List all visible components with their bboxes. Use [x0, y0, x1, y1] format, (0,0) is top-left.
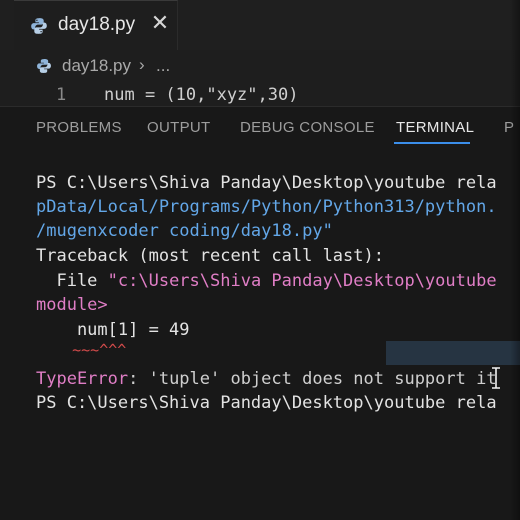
traceback-file-line: File "c:\Users\Shiva Panday\Desktop\yout…	[36, 271, 497, 291]
breadcrumb-more[interactable]: ...	[156, 56, 170, 76]
close-icon[interactable]: ✕	[148, 11, 172, 37]
editor-tab-label: day18.py	[58, 14, 136, 35]
tab-output[interactable]: OUTPUT	[147, 119, 210, 136]
terminal-path-line: pData/Local/Programs/Python/Python313/py…	[36, 197, 497, 217]
scrollbar-edge[interactable]	[510, 0, 520, 520]
terminal-prompt-line: PS C:\Users\Shiva Panday\Desktop\youtube…	[36, 393, 497, 413]
breadcrumb: day18.py › ...	[0, 50, 520, 84]
terminal-output[interactable]: PS C:\Users\Shiva Panday\Desktop\youtube…	[0, 151, 520, 520]
traceback-file-prefix: File	[36, 271, 108, 291]
chevron-right-icon: ›	[139, 55, 145, 74]
editor-tab-bar: day18.py ✕	[0, 0, 520, 50]
traceback-module-line: module>	[36, 295, 108, 315]
error-line: TypeError: 'tuple' object does not suppo…	[36, 369, 497, 389]
error-message: : 'tuple' object does not support it	[128, 369, 497, 389]
traceback-file-path: "c:\Users\Shiva Panday\Desktop\youtube	[107, 271, 497, 291]
traceback-code: num[1] = 49	[36, 320, 190, 340]
python-file-icon	[37, 59, 51, 73]
active-tab-indicator	[394, 142, 470, 144]
tab-problems[interactable]: PROBLEMS	[36, 119, 122, 136]
line-number: 1	[56, 85, 67, 105]
terminal-path-line: /mugenxcoder coding/day18.py"	[36, 221, 333, 241]
breadcrumb-file[interactable]: day18.py	[62, 56, 131, 76]
traceback-code-line: num[1] = 49	[36, 320, 190, 340]
bottom-panel: PROBLEMS OUTPUT DEBUG CONSOLE TERMINAL P…	[0, 106, 520, 520]
traceback-caret-line: ~~~^^^	[36, 341, 127, 359]
code-line[interactable]: num = (10,"xyz",30)	[104, 85, 298, 105]
terminal-prompt-line: PS C:\Users\Shiva Panday\Desktop\youtube…	[36, 173, 497, 193]
tab-debug-console[interactable]: DEBUG CONSOLE	[240, 119, 375, 136]
tab-terminal[interactable]: TERMINAL	[396, 119, 474, 136]
text-cursor-icon	[492, 367, 500, 389]
traceback-header: Traceback (most recent call last):	[36, 246, 384, 266]
selection-highlight	[386, 341, 520, 365]
error-type: TypeError	[36, 369, 129, 389]
editor-tab-day18[interactable]: day18.py ✕	[14, 0, 178, 50]
vscode-window: day18.py ✕ day18.py › ... 1 num = (10,"x…	[0, 0, 520, 520]
panel-tab-bar: PROBLEMS OUTPUT DEBUG CONSOLE TERMINAL P	[0, 107, 520, 151]
code-editor[interactable]: 1 num = (10,"xyz",30)	[0, 84, 520, 106]
python-file-icon	[31, 18, 47, 34]
